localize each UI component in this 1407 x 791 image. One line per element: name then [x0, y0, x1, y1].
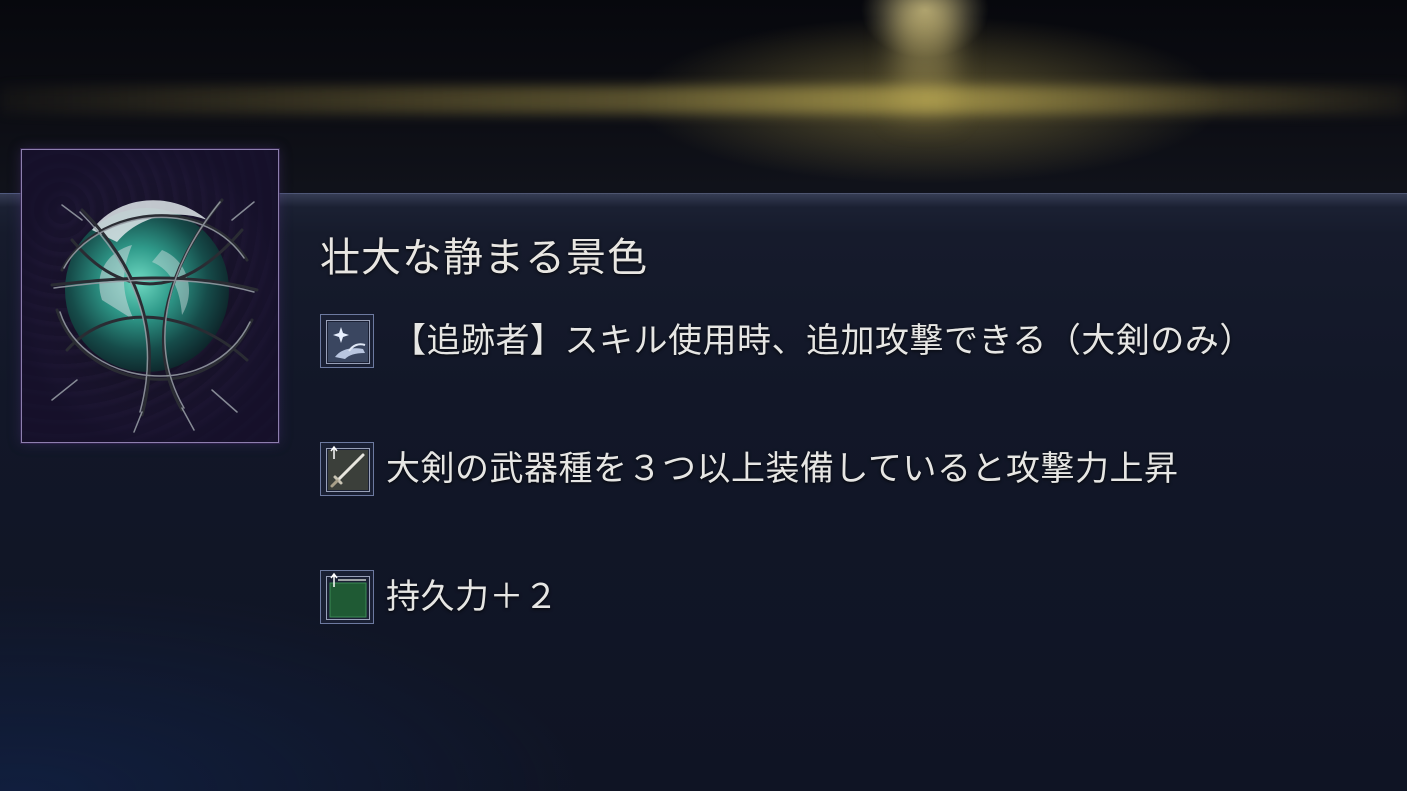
relic-effect-3[interactable]: 持久力＋２ — [320, 569, 559, 625]
relic-detail-screen: 壮大な静まる景色 【追跡者】スキル使用時、追加攻撃できる（大剣のみ） 大剣の武器… — [0, 0, 1407, 791]
relic-effect-1[interactable]: 【追跡者】スキル使用時、追加攻撃できる（大剣のみ） — [320, 313, 1254, 369]
relic-name: 壮大な静まる景色 — [320, 235, 648, 281]
skill-sparkle-hand-icon — [320, 314, 374, 368]
greatsword-up-arrow-icon — [320, 442, 374, 496]
effect-text: 【追跡者】スキル使用時、追加攻撃できる（大剣のみ） — [392, 321, 1254, 361]
dark-green-orb-entwined-branches-icon — [34, 172, 270, 433]
relic-image-frame[interactable] — [21, 149, 279, 443]
effect-text: 持久力＋２ — [386, 577, 559, 617]
green-stamina-up-arrow-icon — [320, 570, 374, 624]
relic-effect-2[interactable]: 大剣の武器種を３つ以上装備していると攻撃力上昇 — [320, 441, 1178, 497]
golden-horizon-glow — [0, 86, 1407, 114]
effect-text: 大剣の武器種を３つ以上装備していると攻撃力上昇 — [386, 449, 1179, 489]
